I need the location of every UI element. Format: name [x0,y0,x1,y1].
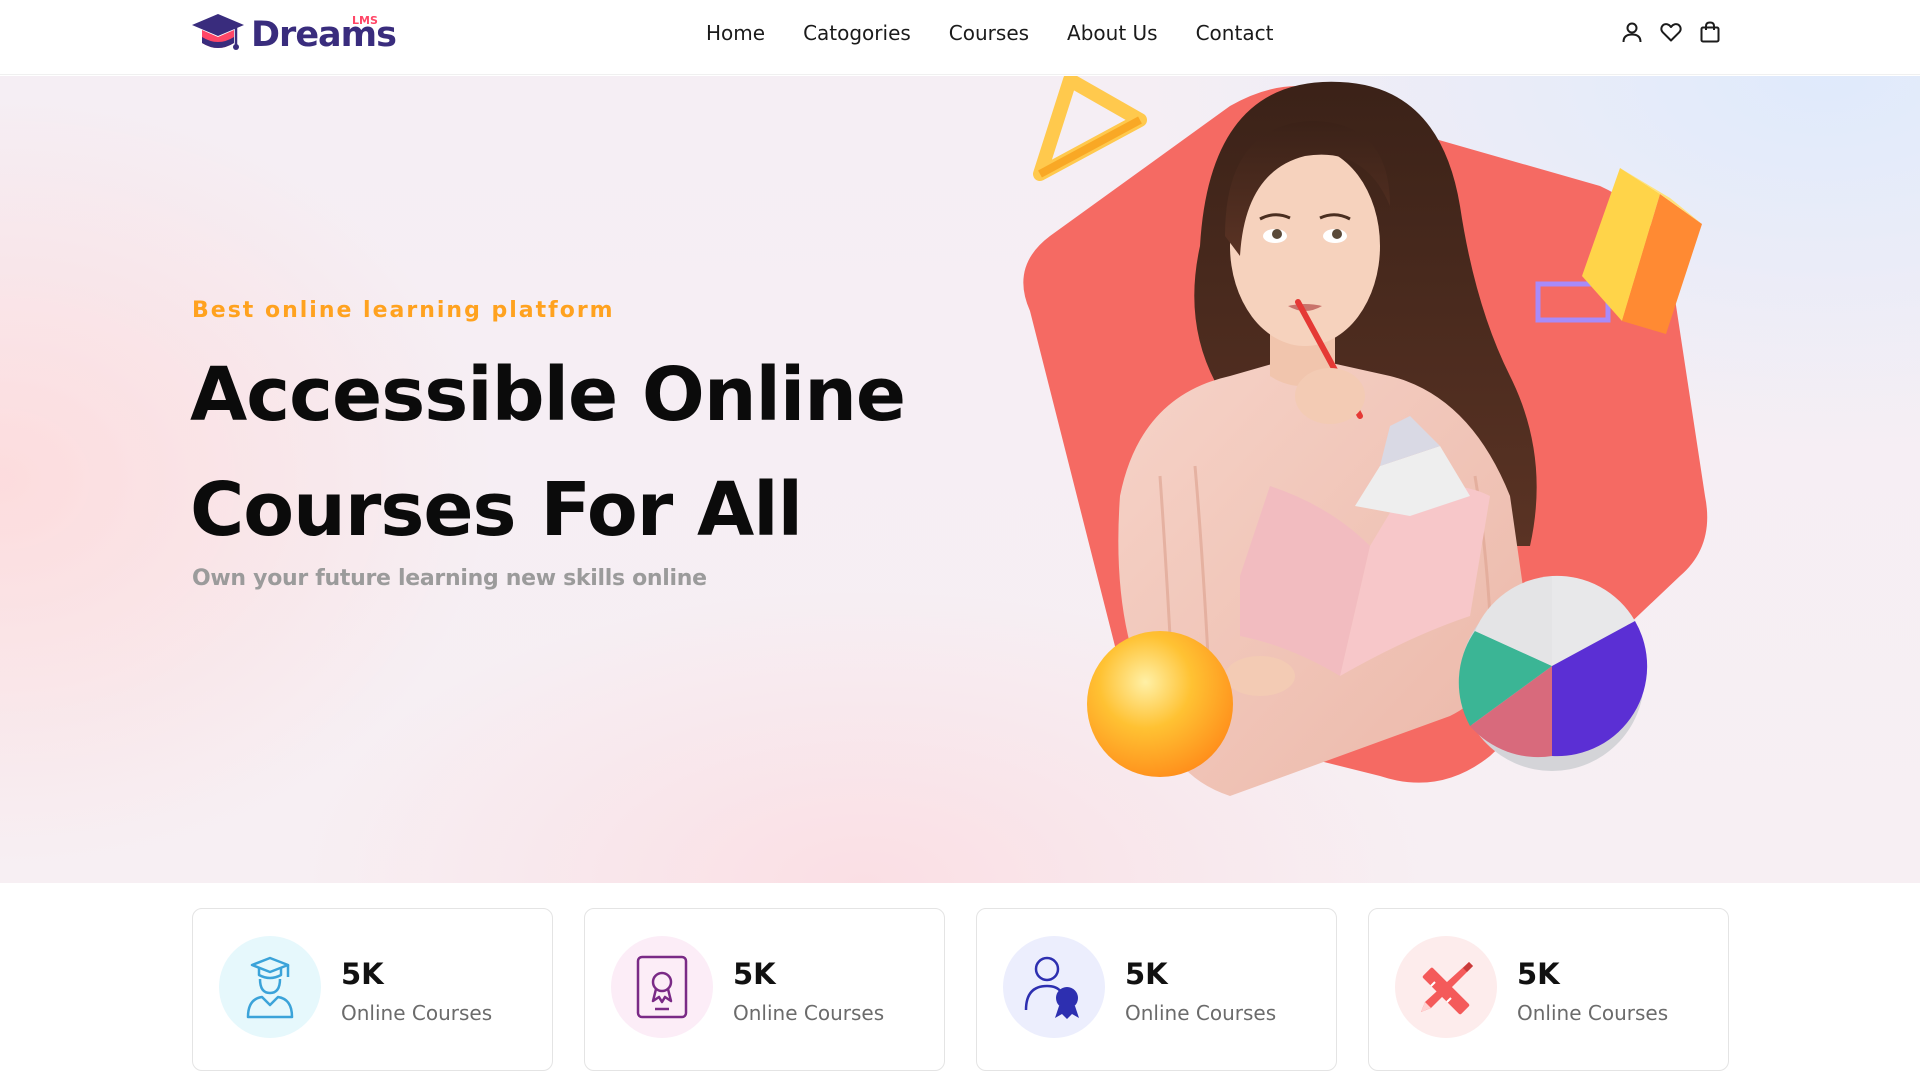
pencil-ruler-icon [1421,962,1473,1015]
stat-label: Online Courses [733,1001,885,1025]
nav-item-contact[interactable]: Contact [1196,21,1274,45]
nav-item-about-us[interactable]: About Us [1067,21,1158,45]
stat-label: Online Courses [1517,1001,1669,1025]
nav-item-categories[interactable]: Catogories [803,21,911,45]
main-nav: Home Catogories Courses About Us Contact [706,21,1273,45]
hero-illustration [1023,76,1708,796]
stat-icon-circle [1003,936,1105,1038]
hero-title: Accessible Online Courses For All [190,338,950,568]
stat-icon-circle [611,936,713,1038]
hero-title-line1: Accessible Online [190,352,906,438]
hero-section: Best online learning platform Accessible… [0,76,1920,883]
user-award-icon [1024,956,1079,1019]
stat-card[interactable]: 5K Online Courses [976,908,1337,1071]
nav-item-courses[interactable]: Courses [949,21,1029,45]
stat-value: 5K [1125,957,1168,991]
stat-label: Online Courses [341,1001,493,1025]
shopping-bag-icon[interactable] [1698,20,1722,44]
site-header: Dreams LMS Home Catogories Courses About… [0,0,1920,75]
stat-value: 5K [1517,957,1560,991]
orange-sphere [1087,631,1233,777]
graduation-cap-icon [192,14,244,50]
user-icon[interactable] [1620,20,1644,44]
nav-item-home[interactable]: Home [706,21,765,45]
header-actions [1620,20,1722,44]
stat-icon-circle [1395,936,1497,1038]
stat-icon-circle [219,936,321,1038]
certificate-tablet-icon [636,955,688,1019]
heart-icon[interactable] [1659,20,1683,44]
stat-card[interactable]: 5K Online Courses [1368,908,1729,1071]
hero-subtitle: Own your future learning new skills onli… [192,566,707,591]
hero-title-line2: Courses For All [190,467,803,553]
hero-tagline: Best online learning platform [192,298,615,323]
dreams-logo[interactable]: Dreams LMS [190,11,397,61]
stat-card[interactable]: 5K Online Courses [192,908,553,1071]
stat-label: Online Courses [1125,1001,1277,1025]
stat-card[interactable]: 5K Online Courses [584,908,945,1071]
stat-value: 5K [733,957,776,991]
stats-cards: 5K Online Courses 5K Online Courses 5K O [192,908,1729,1071]
graduate-student-icon [246,956,294,1019]
logo-superscript: LMS [352,14,378,27]
stat-value: 5K [341,957,384,991]
